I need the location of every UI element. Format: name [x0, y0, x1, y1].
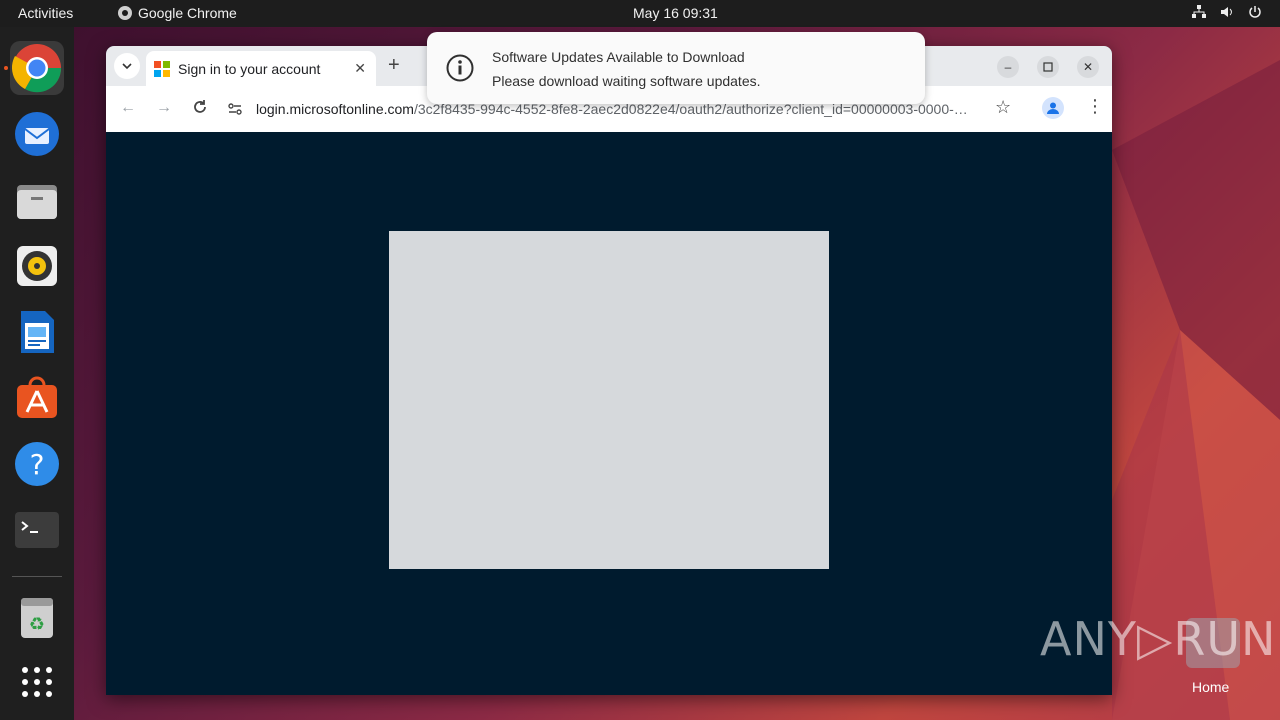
- tab-close-icon[interactable]: ✕: [354, 60, 366, 77]
- volume-icon: [1220, 5, 1234, 19]
- notification-body: Please download waiting software updates…: [492, 73, 761, 89]
- dock-terminal[interactable]: [10, 503, 64, 557]
- tab-title: Sign in to your account: [178, 60, 321, 77]
- dock-app-center[interactable]: [10, 371, 64, 425]
- app-name: Google Chrome: [138, 5, 237, 21]
- forward-button[interactable]: →: [156, 99, 172, 117]
- chrome-small-icon: [118, 6, 132, 20]
- tab-sign-in[interactable]: Sign in to your account ✕: [146, 51, 376, 86]
- network-icon: [1192, 5, 1206, 19]
- chrome-window: Sign in to your account ✕ + – ✕ ← → logi…: [106, 46, 1112, 695]
- system-tray[interactable]: [1192, 5, 1262, 19]
- activities-button[interactable]: Activities: [18, 5, 73, 21]
- dock-help[interactable]: ?: [10, 437, 64, 491]
- power-icon: [1248, 5, 1262, 19]
- anyrun-watermark: ANY▷RUN: [1040, 612, 1277, 666]
- update-notification[interactable]: Software Updates Available to Download P…: [427, 32, 925, 104]
- minimize-button[interactable]: –: [997, 56, 1019, 78]
- reload-button[interactable]: [192, 99, 208, 120]
- close-window-button[interactable]: ✕: [1077, 56, 1099, 78]
- dock-app-grid[interactable]: [10, 655, 64, 709]
- trash-icon: ♻: [21, 598, 53, 638]
- svg-text:♻: ♻: [29, 614, 45, 635]
- person-icon: [1047, 102, 1059, 114]
- app-center-icon: [17, 376, 57, 418]
- dock-separator: [12, 576, 62, 577]
- chevron-down-icon: [122, 63, 132, 70]
- dock-trash[interactable]: ♻: [10, 591, 64, 645]
- bookmark-star-icon[interactable]: ☆: [995, 97, 1011, 118]
- page-loading-placeholder: [389, 231, 829, 569]
- reload-icon: [194, 100, 206, 113]
- back-button[interactable]: ←: [120, 99, 136, 117]
- dock-chrome[interactable]: [4, 41, 64, 95]
- help-icon: ?: [15, 442, 59, 486]
- terminal-icon: [15, 512, 59, 548]
- more-menu-icon[interactable]: ⋮: [1086, 96, 1104, 117]
- new-tab-button[interactable]: +: [388, 54, 400, 77]
- maximize-icon: [1043, 62, 1053, 72]
- files-icon: [17, 185, 57, 219]
- notification-title: Software Updates Available to Download: [492, 49, 745, 65]
- svg-text:?: ?: [30, 448, 45, 481]
- dock: ? ♻: [0, 27, 74, 720]
- info-icon: [446, 54, 474, 82]
- clock[interactable]: May 16 09:31: [633, 5, 718, 21]
- rhythmbox-icon: [17, 246, 57, 286]
- thunderbird-icon: [15, 112, 59, 156]
- dock-writer[interactable]: [10, 305, 64, 359]
- dock-thunderbird[interactable]: [10, 107, 64, 161]
- app-grid-icon: [22, 667, 52, 697]
- site-info-icon[interactable]: [226, 100, 244, 118]
- dock-files[interactable]: [10, 173, 64, 227]
- writer-icon: [21, 311, 54, 353]
- dock-rhythmbox[interactable]: [10, 239, 64, 293]
- home-folder-label[interactable]: Home: [1192, 679, 1229, 695]
- running-indicator: [4, 66, 8, 70]
- profile-avatar[interactable]: [1042, 97, 1064, 119]
- tab-search-button[interactable]: [114, 53, 140, 79]
- microsoft-favicon-icon: [154, 60, 170, 77]
- url-host: login.microsoftonline.com: [256, 101, 414, 117]
- app-menu[interactable]: Google Chrome: [118, 5, 237, 21]
- top-bar: Activities Google Chrome May 16 09:31: [0, 0, 1280, 27]
- maximize-button[interactable]: [1037, 56, 1059, 78]
- chrome-icon: [12, 44, 62, 93]
